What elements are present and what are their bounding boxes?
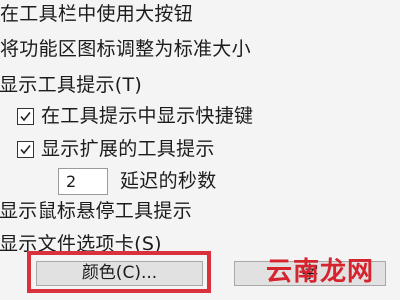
option-large-buttons[interactable]: 在工具栏中使用大按钮 bbox=[0, 2, 193, 26]
tooltip-delay-input[interactable]: 2 bbox=[58, 167, 108, 195]
option-file-tabs[interactable]: 显示文件选项卡(S) bbox=[0, 232, 162, 256]
checkmark-icon bbox=[20, 144, 31, 154]
shortcut-in-tooltips-label: 在工具提示中显示快捷键 bbox=[41, 105, 254, 127]
extended-tooltips-checkbox[interactable] bbox=[17, 140, 34, 158]
tooltip-delay-row: 2 延迟的秒数 bbox=[58, 166, 217, 196]
option-show-tooltips[interactable]: 显示工具提示(T) bbox=[0, 73, 142, 97]
watermark-text: 云南龙网 bbox=[266, 257, 375, 287]
option-shortcut-in-tooltips[interactable]: 在工具提示中显示快捷键 bbox=[17, 104, 253, 128]
shortcut-in-tooltips-checkbox[interactable] bbox=[17, 107, 34, 125]
option-standard-icon-size[interactable]: 将功能区图标调整为标准大小 bbox=[0, 37, 251, 61]
tooltip-delay-label: 延迟的秒数 bbox=[120, 170, 217, 192]
option-extended-tooltips[interactable]: 显示扩展的工具提示 bbox=[17, 137, 215, 161]
colors-button[interactable]: 颜色(C)... bbox=[36, 261, 203, 286]
extended-tooltips-label: 显示扩展的工具提示 bbox=[41, 138, 215, 160]
checkmark-icon bbox=[20, 111, 31, 121]
option-rollover-tooltips[interactable]: 显示鼠标悬停工具提示 bbox=[0, 199, 192, 223]
